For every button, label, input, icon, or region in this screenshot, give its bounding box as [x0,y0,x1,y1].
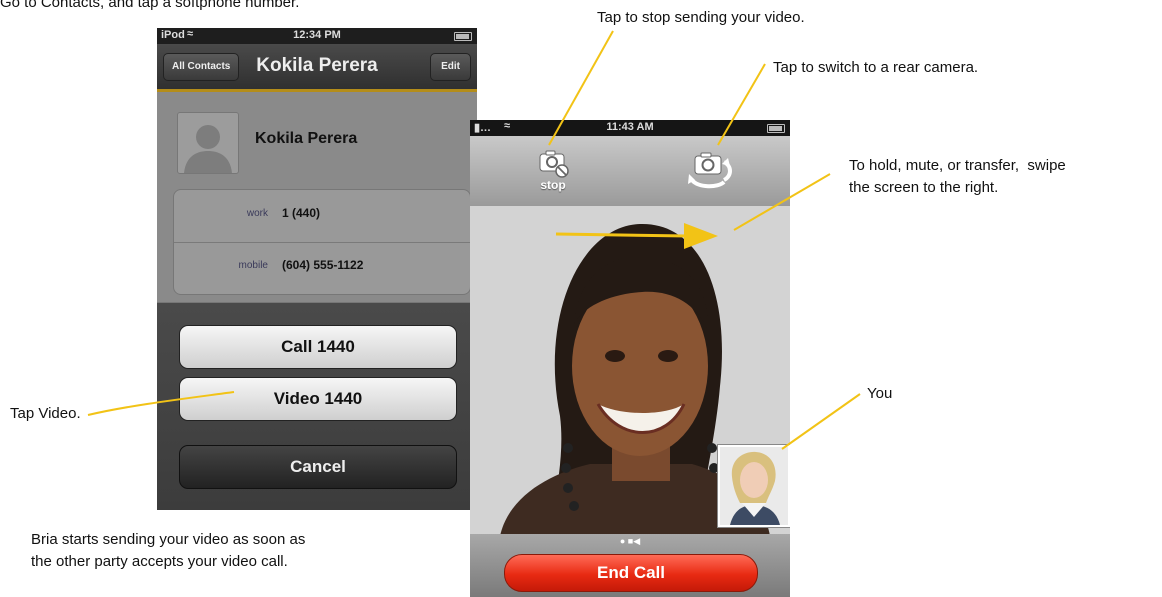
caption-note-line1: Bria starts sending your video as soon a… [31,531,306,548]
status-time: 11:43 AM [606,121,654,133]
video-toolbar: stop [470,136,790,206]
contact-name: Kokila Perera [255,130,358,147]
battery-icon [454,32,472,41]
callout-line-you [781,393,861,450]
caption-step-contacts: Go to Contacts, and tap a softphone numb… [0,0,300,11]
phone-value: 1 (440) [282,206,321,220]
caption-tap-video: Tap Video. [10,405,81,422]
end-call-button[interactable]: End Call [504,554,758,592]
caption-swipe: To hold, mute, or transfer, swipe the sc… [849,155,1161,199]
action-sheet: Call 1440 Video 1440 Cancel [157,302,477,510]
self-view-thumbnail[interactable] [717,444,790,528]
stop-label: stop [540,178,566,192]
caption-note-line2: the other party accepts your video call. [31,553,288,570]
caption-note: Bria starts sending your video as soon a… [31,529,305,573]
navigation-bar: All Contacts Kokila Perera Edit [157,44,477,92]
video-call-screen: ▮… ≈ 11:43 AM stop ● ■◀ End Call [470,120,790,597]
phone-label: mobile [238,260,268,271]
phone-value: (604) 555-1122 [282,258,364,272]
status-time: 12:34 PM [293,29,341,41]
caption-stop-sending: Tap to stop sending your video. [597,9,805,26]
contacts-phone-screen: iPod ≈ 12:34 PM All Contacts Kokila Pere… [157,28,477,510]
self-view-image [720,447,788,525]
camera-switch-icon [688,152,732,189]
contact-avatar-icon [177,112,239,174]
caption-swipe-line1: To hold, mute, or transfer, swipe [849,157,1066,174]
camera-stop-icon [539,150,569,178]
edit-button[interactable]: Edit [430,53,471,81]
phone-row-mobile[interactable]: mobile (604) 555-1122 [174,242,470,294]
video-call-button[interactable]: Video 1440 [179,377,457,421]
cancel-button[interactable]: Cancel [179,445,457,489]
phone-row-work[interactable]: work 1 (440) [174,190,470,243]
status-bar: iPod ≈ 12:34 PM [157,28,477,44]
phone-label: work [246,208,268,219]
call-controls-bar: ● ■◀ End Call [470,534,790,597]
status-bar: ▮… ≈ 11:43 AM [470,120,790,136]
phone-number-list: work 1 (440) mobile (604) 555-1122 [173,189,471,295]
call-button[interactable]: Call 1440 [179,325,457,369]
nav-title: Kokila Perera [256,55,378,76]
page-indicator: ● ■◀ [619,536,641,546]
switch-camera-button[interactable] [662,144,752,196]
battery-icon [767,124,785,133]
caption-switch-camera: Tap to switch to a rear camera. [773,59,979,76]
caption-swipe-line2: the screen to the right. [849,179,999,196]
stop-video-button[interactable]: stop [528,146,578,198]
contact-card: Kokila Perera work 1 (440) mobile (604) … [157,92,477,332]
caption-you: You [867,385,893,402]
